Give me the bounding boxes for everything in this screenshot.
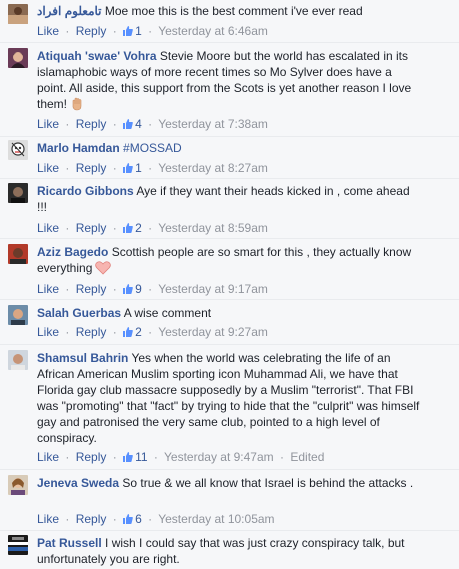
comment-timestamp[interactable]: Yesterday at 6:46am (158, 24, 268, 38)
thumbs-up-icon (123, 284, 133, 294)
comment-actions: Like · Reply · 6 · Yesterday at 10:05am (37, 512, 275, 526)
hashtag-link[interactable]: #MOSSAD (123, 141, 182, 155)
reply-button[interactable]: Reply (76, 117, 107, 131)
heart-icon (95, 261, 112, 279)
thumbs-up-icon (123, 327, 133, 337)
comment-actions: Like · Reply · 9 · Yesterday at 9:17am (37, 282, 268, 296)
comment: Salah Guerbas A wise comment Like · Repl… (0, 301, 459, 345)
comment-author[interactable]: Atiquah 'swae' Vohra (37, 49, 157, 63)
comment: Ricardo Gibbons Aye if they want their h… (0, 179, 459, 239)
like-count[interactable]: 1 (123, 24, 142, 38)
thumbs-up-icon (123, 26, 133, 36)
avatar[interactable] (8, 140, 28, 160)
like-button[interactable]: Like (37, 161, 59, 175)
comment-timestamp[interactable]: Yesterday at 7:38am (158, 117, 268, 131)
comment-text: Moe moe this is the best comment i've ev… (104, 4, 363, 18)
divider (0, 344, 459, 345)
divider (0, 469, 459, 470)
comment-timestamp[interactable]: Yesterday at 8:27am (158, 161, 268, 175)
like-button[interactable]: Like (37, 117, 59, 131)
comment: Jeneva Sweda So true & we all know that … (0, 471, 459, 531)
like-count[interactable]: 4 (123, 117, 142, 131)
comment-feed: تامعلوم افراد Moe moe this is the best c… (0, 0, 459, 569)
thumbs-up-icon (123, 452, 133, 462)
comment-author[interactable]: تامعلوم افراد (37, 4, 102, 18)
avatar[interactable] (8, 183, 28, 203)
like-count[interactable]: 11 (123, 450, 148, 464)
like-count[interactable]: 2 (123, 221, 142, 235)
divider (0, 530, 459, 531)
avatar[interactable] (8, 475, 28, 495)
like-button[interactable]: Like (37, 450, 59, 464)
comment: Aziz Bagedo Scottish people are so smart… (0, 240, 459, 300)
avatar[interactable] (8, 535, 28, 555)
like-button[interactable]: Like (37, 325, 59, 339)
avatar[interactable] (8, 4, 28, 24)
waving-hand-icon (70, 97, 84, 115)
like-count[interactable]: 1 (123, 161, 142, 175)
divider (0, 299, 459, 300)
comment-timestamp[interactable]: Yesterday at 9:27am (158, 325, 268, 339)
thumbs-up-icon (123, 119, 133, 129)
reply-button[interactable]: Reply (76, 512, 107, 526)
comment-actions: Like · Reply · 1 · Yesterday at 6:46am (37, 24, 268, 38)
comment-actions: Like · Reply · 4 · Yesterday at 7:38am (37, 117, 268, 131)
comment: Atiquah 'swae' Vohra Stevie Moore but th… (0, 44, 459, 136)
like-button[interactable]: Like (37, 282, 59, 296)
thumbs-up-icon (123, 223, 133, 233)
avatar[interactable] (8, 350, 28, 370)
comment-author[interactable]: Shamsul Bahrin (37, 351, 128, 365)
comment: Shamsul Bahrin Yes when the world was ce… (0, 346, 459, 470)
divider (0, 42, 459, 43)
edited-label[interactable]: Edited (290, 450, 324, 464)
comment-timestamp[interactable]: Yesterday at 10:05am (158, 512, 274, 526)
comment-author[interactable]: Ricardo Gibbons (37, 184, 134, 198)
like-button[interactable]: Like (37, 221, 59, 235)
divider (0, 238, 459, 239)
comment-timestamp[interactable]: Yesterday at 8:59am (158, 221, 268, 235)
like-button[interactable]: Like (37, 24, 59, 38)
comment-timestamp[interactable]: Yesterday at 9:17am (158, 282, 268, 296)
comment-actions: Like · Reply · 2 · Yesterday at 9:27am (37, 325, 268, 339)
like-count[interactable]: 2 (123, 325, 142, 339)
avatar[interactable] (8, 48, 28, 68)
thumbs-up-icon (123, 514, 133, 524)
reply-button[interactable]: Reply (76, 450, 107, 464)
avatar[interactable] (8, 244, 28, 264)
comment-author[interactable]: Salah Guerbas (37, 306, 121, 320)
comment-text: A wise comment (123, 306, 212, 320)
comment-actions: Like · Reply · 11 · Yesterday at 9:47am … (37, 450, 325, 464)
comment-author[interactable]: Marlo Hamdan (37, 141, 120, 155)
comment-author[interactable]: Aziz Bagedo (37, 245, 108, 259)
comment-actions: Like · Reply · 1 · Yesterday at 8:27am (37, 161, 268, 175)
reply-button[interactable]: Reply (76, 325, 107, 339)
comment-timestamp[interactable]: Yesterday at 9:47am (164, 450, 274, 464)
reply-button[interactable]: Reply (76, 161, 107, 175)
comment: Pat Russell I wish I could say that was … (0, 532, 459, 569)
thumbs-up-icon (123, 163, 133, 173)
like-button[interactable]: Like (37, 512, 59, 526)
comment: تامعلوم افراد Moe moe this is the best c… (0, 0, 459, 44)
reply-button[interactable]: Reply (76, 221, 107, 235)
comment-text: So true & we all know that Israel is beh… (122, 476, 414, 490)
comment-author[interactable]: Pat Russell (37, 536, 102, 550)
like-count[interactable]: 9 (123, 282, 142, 296)
comment: Marlo Hamdan #MOSSAD Like · Reply · 1 · … (0, 137, 459, 181)
reply-button[interactable]: Reply (76, 282, 107, 296)
comment-text: Yes when the world was celebrating the l… (37, 351, 420, 445)
avatar[interactable] (8, 305, 28, 325)
comment-actions: Like · Reply · 2 · Yesterday at 8:59am (37, 221, 268, 235)
like-count[interactable]: 6 (123, 512, 142, 526)
comment-author[interactable]: Jeneva Sweda (37, 476, 119, 490)
reply-button[interactable]: Reply (76, 24, 107, 38)
